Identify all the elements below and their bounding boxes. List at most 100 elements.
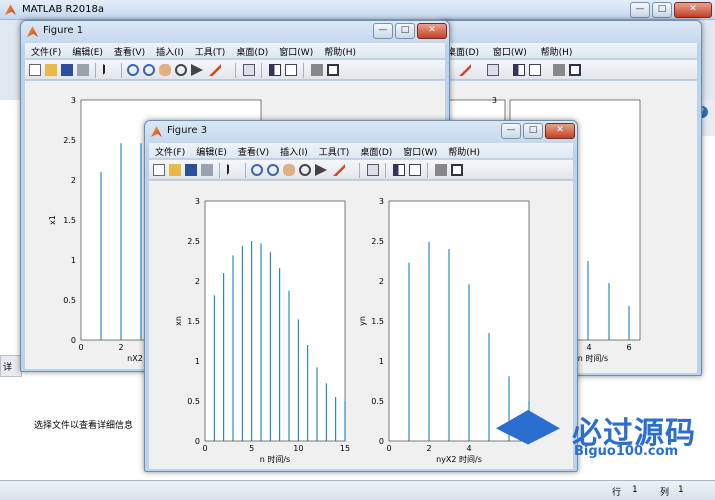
hide-tools-icon[interactable] bbox=[311, 64, 323, 76]
graduation-cap-logo bbox=[496, 410, 560, 445]
fig1-menu-tools[interactable]: 工具(T) bbox=[189, 43, 231, 58]
legend-icon[interactable] bbox=[529, 64, 541, 76]
figure-logo-icon bbox=[27, 26, 38, 37]
fig1-menu-insert[interactable]: 插入(I) bbox=[150, 43, 189, 58]
fig3-menu-tools[interactable]: 工具(T) bbox=[313, 143, 355, 158]
show-tools-icon[interactable] bbox=[451, 164, 463, 176]
fig3-left-xtick: 15 bbox=[340, 444, 350, 453]
hide-tools-icon[interactable] bbox=[435, 164, 447, 176]
figure2-toolbar bbox=[441, 59, 697, 80]
fig1-menu-desktop[interactable]: 桌面(D) bbox=[230, 43, 273, 58]
fig3-menu-desktop[interactable]: 桌面(D) bbox=[354, 143, 397, 158]
link-plot-icon[interactable] bbox=[243, 64, 255, 76]
matlab-close-button[interactable]: ✕ bbox=[674, 2, 712, 18]
fig3-right-xtick: 2 bbox=[426, 444, 431, 453]
edit-plot-icon[interactable] bbox=[227, 164, 239, 176]
legend-icon[interactable] bbox=[285, 64, 297, 76]
figure3-close-button[interactable]: ✕ bbox=[545, 123, 575, 139]
fig3-menu-insert[interactable]: 插入(I) bbox=[274, 143, 313, 158]
data-cursor-icon[interactable] bbox=[315, 164, 327, 176]
print-icon[interactable] bbox=[77, 64, 89, 76]
edit-plot-icon[interactable] bbox=[103, 64, 115, 76]
status-col-value: 1 bbox=[678, 485, 684, 495]
fig3-right-xtick: 4 bbox=[466, 444, 471, 453]
open-file-icon[interactable] bbox=[169, 164, 181, 176]
zoom-in-icon[interactable] bbox=[251, 164, 263, 176]
rotate-icon[interactable] bbox=[175, 64, 187, 76]
fig3-left-ylabel: xn bbox=[174, 316, 183, 326]
fig3-right-ytick: 2.5 bbox=[371, 237, 384, 246]
fig2-xtick: 6 bbox=[626, 343, 631, 352]
brush-icon[interactable] bbox=[333, 164, 345, 176]
fig1-menu-view[interactable]: 查看(V) bbox=[108, 43, 150, 58]
fig2-menu-window[interactable]: 窗口(W) bbox=[487, 43, 532, 58]
save-icon[interactable] bbox=[61, 64, 73, 76]
fig1-ytick: 1.5 bbox=[63, 216, 76, 225]
fig3-menu-help[interactable]: 帮助(H) bbox=[442, 143, 485, 158]
brush-icon[interactable] bbox=[209, 64, 221, 76]
fig1-ytick: 0.5 bbox=[63, 296, 76, 305]
colorbar-icon[interactable] bbox=[513, 64, 525, 76]
matlab-minimize-button[interactable]: — bbox=[630, 2, 650, 18]
fig1-xlabel: nX2 bbox=[127, 354, 143, 363]
fig3-right-xlabel: nyX2 时间/s bbox=[436, 454, 482, 464]
new-figure-icon[interactable] bbox=[29, 64, 41, 76]
print-preview-icon[interactable] bbox=[487, 64, 499, 76]
zoom-out-icon[interactable] bbox=[267, 164, 279, 176]
fig1-ytick: 2 bbox=[71, 176, 76, 185]
matlab-maximize-button[interactable]: □ bbox=[652, 2, 672, 18]
fig3-left-xtick: 10 bbox=[293, 444, 303, 453]
pan-icon[interactable] bbox=[283, 164, 295, 176]
open-file-icon[interactable] bbox=[45, 64, 57, 76]
fig3-menu-view[interactable]: 查看(V) bbox=[232, 143, 274, 158]
save-icon[interactable] bbox=[185, 164, 197, 176]
fig1-ytick: 1 bbox=[71, 256, 76, 265]
figure1-title: Figure 1 bbox=[43, 25, 84, 36]
link-plot-icon[interactable] bbox=[367, 164, 379, 176]
fig1-ylabel: x1 bbox=[48, 215, 57, 225]
pan-icon[interactable] bbox=[159, 64, 171, 76]
matlab-titlebar: MATLAB R2018a — □ ✕ bbox=[0, 0, 715, 20]
brush-icon[interactable] bbox=[459, 64, 471, 76]
fig1-menu-file[interactable]: 文件(F) bbox=[25, 43, 66, 58]
fig3-left-ytick: 0 bbox=[195, 437, 200, 446]
fig1-menu-edit[interactable]: 编辑(E) bbox=[66, 43, 108, 58]
fig3-right-ytick: 3 bbox=[379, 197, 384, 206]
fig3-left-ytick: 0.5 bbox=[187, 397, 200, 406]
zoom-out-icon[interactable] bbox=[143, 64, 155, 76]
colorbar-icon[interactable] bbox=[269, 64, 281, 76]
details-text: 选择文件以查看详细信息 bbox=[34, 421, 134, 431]
hide-tools-icon[interactable] bbox=[553, 64, 565, 76]
data-cursor-icon[interactable] bbox=[191, 64, 203, 76]
rotate-icon[interactable] bbox=[299, 164, 311, 176]
fig1-xtick: 0 bbox=[78, 343, 83, 352]
fig3-menu-file[interactable]: 文件(F) bbox=[149, 143, 190, 158]
fig3-left-xtick: 0 bbox=[202, 444, 207, 453]
status-row-value: 1 bbox=[632, 485, 638, 495]
fig3-menu-window[interactable]: 窗口(W) bbox=[397, 143, 442, 158]
figure3-maximize-button[interactable]: □ bbox=[523, 123, 543, 139]
zoom-in-icon[interactable] bbox=[127, 64, 139, 76]
figure3-minimize-button[interactable]: — bbox=[501, 123, 521, 139]
figure3-titlebar: Figure 3 — □ ✕ bbox=[145, 121, 577, 143]
show-tools-icon[interactable] bbox=[327, 64, 339, 76]
figure1-maximize-button[interactable]: □ bbox=[395, 23, 415, 39]
legend-icon[interactable] bbox=[409, 164, 421, 176]
fig1-menu-help[interactable]: 帮助(H) bbox=[318, 43, 361, 58]
colorbar-icon[interactable] bbox=[393, 164, 405, 176]
fig1-menu-window[interactable]: 窗口(W) bbox=[273, 43, 318, 58]
new-figure-icon[interactable] bbox=[153, 164, 165, 176]
details-panel-tab[interactable]: 详 bbox=[0, 355, 22, 377]
figure1-menubar: 文件(F) 编辑(E) 查看(V) 插入(I) 工具(T) 桌面(D) 窗口(W) 帮助(H) bbox=[25, 43, 445, 58]
fig2-menu-help[interactable]: 帮助(H) bbox=[535, 43, 578, 58]
figure3-menubar: 文件(F) 编辑(E) 查看(V) 插入(I) 工具(T) 桌面(D) 窗口(W) 帮助(H) bbox=[149, 143, 573, 158]
print-icon[interactable] bbox=[201, 164, 213, 176]
show-tools-icon[interactable] bbox=[569, 64, 581, 76]
fig3-right-ytick: 0 bbox=[379, 437, 384, 446]
fig3-menu-edit[interactable]: 编辑(E) bbox=[190, 143, 232, 158]
fig3-right-ylabel: yn bbox=[358, 316, 367, 326]
fig3-right-ytick: 1 bbox=[379, 357, 384, 366]
figure1-minimize-button[interactable]: — bbox=[373, 23, 393, 39]
fig3-right-xtick: 0 bbox=[386, 444, 391, 453]
figure1-close-button[interactable]: ✕ bbox=[417, 23, 447, 39]
